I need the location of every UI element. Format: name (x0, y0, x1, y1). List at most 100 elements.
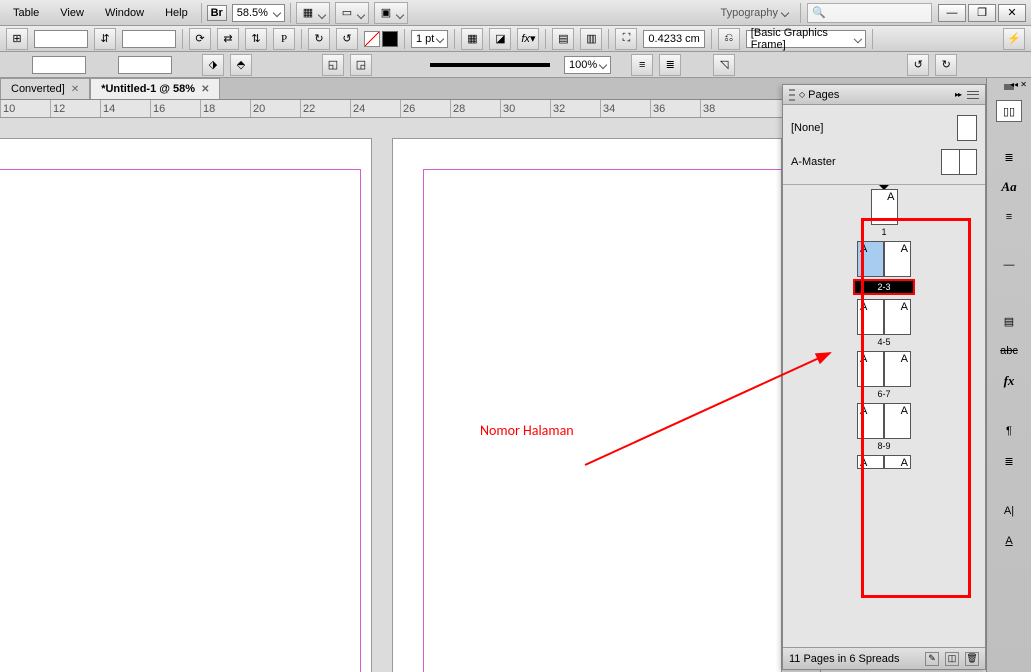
restore-button[interactable]: ❐ (968, 4, 996, 22)
links-dock-icon[interactable]: ≣ (996, 146, 1022, 168)
select-container-icon[interactable]: ◱ (322, 54, 344, 76)
panel-menu-icon[interactable] (967, 89, 979, 101)
spread-6-7[interactable]: A A 6-7 (787, 351, 981, 399)
master-a-label: A-Master (791, 156, 836, 168)
master-a-row[interactable]: A-Master (791, 145, 977, 179)
scale-pct[interactable]: 100% (564, 56, 611, 74)
spread-2-3[interactable]: A A 2-3 (787, 241, 981, 295)
arrange-button[interactable]: ▣ (374, 2, 408, 24)
layers-dock-icon[interactable]: ▤ (996, 310, 1022, 332)
tab-close-icon[interactable]: ✕ (71, 84, 79, 95)
a-under-label: A (1005, 535, 1012, 547)
new-page-icon[interactable]: ◫ (945, 652, 959, 666)
workspace-switcher[interactable]: Typography (715, 7, 794, 19)
line-dock-icon[interactable]: — (996, 254, 1022, 276)
x-coord[interactable]: 0.4233 cm (643, 30, 704, 48)
tab-untitled[interactable]: *Untitled-1 @ 58% ✕ (90, 78, 220, 99)
text-align-dock-icon[interactable]: ≣ (996, 450, 1022, 472)
divider (454, 29, 455, 49)
pages-panel-footer: 11 Pages in 6 Spreads ✎ ◫ 🗑 (783, 647, 985, 669)
select-content-icon[interactable]: ▤ (552, 28, 574, 50)
w-field[interactable] (122, 30, 176, 48)
edit-page-icon[interactable]: ✎ (925, 652, 939, 666)
style-ref-icon[interactable]: ⎌ (718, 28, 740, 50)
pages-dock-icon[interactable]: ▯▯ (996, 100, 1022, 122)
view-options-button[interactable]: ▦ (296, 2, 330, 24)
prefix-a: A (860, 405, 867, 417)
select-prev-icon[interactable]: ◲ (350, 54, 372, 76)
screen-mode-button[interactable]: ▭ (335, 2, 369, 24)
dock-close-icon[interactable]: ◂◂ ✕ (1010, 80, 1027, 89)
shear-icon[interactable]: ⬗ (202, 54, 224, 76)
spread-4-5[interactable]: A A 4-5 (787, 299, 981, 347)
ruler-mark: 30 (500, 100, 550, 117)
ref-point-icon[interactable]: ⊞ (6, 28, 28, 50)
align-left-icon[interactable]: ≡ (631, 54, 653, 76)
prefix-a: A (901, 405, 908, 417)
spread-8-9[interactable]: A A 8-9 (787, 403, 981, 451)
a-pipe-dock-icon[interactable]: A| (996, 500, 1022, 522)
scale-icon[interactable]: ⬘ (230, 54, 252, 76)
tab-label: *Untitled-1 @ 58% (101, 83, 195, 95)
a-under-dock-icon[interactable]: A (996, 530, 1022, 552)
align-center-icon[interactable]: ≣ (659, 54, 681, 76)
redefine-style-icon[interactable]: ↻ (935, 54, 957, 76)
search-input[interactable]: 🔍 (807, 3, 932, 23)
close-button[interactable]: ✕ (998, 4, 1026, 22)
y-field[interactable] (32, 56, 86, 74)
page-left[interactable] (0, 138, 372, 672)
bridge-icon[interactable]: Br (207, 5, 227, 21)
minimize-button[interactable]: — (938, 4, 966, 22)
prefix-a: A (901, 353, 908, 365)
delete-page-icon[interactable]: 🗑 (965, 652, 979, 666)
panel-grip-icon[interactable] (789, 89, 795, 101)
object-style-select[interactable]: [Basic Graphics Frame] (746, 30, 866, 48)
ctrl-lightning-icon[interactable]: ⚡ (1003, 28, 1025, 50)
char-styles-dock-icon[interactable]: Aa (996, 176, 1022, 198)
spread-10-11[interactable]: A A (787, 455, 981, 469)
corner-options-icon[interactable]: ◹ (713, 54, 735, 76)
text-wrap-icon[interactable]: ▦ (461, 28, 483, 50)
menu-help[interactable]: Help (157, 4, 196, 22)
rotate90-icon[interactable]: ↻ (308, 28, 330, 50)
page-right[interactable] (392, 138, 782, 672)
effects-button[interactable]: fx▾ (517, 28, 539, 50)
tab-close-icon[interactable]: ✕ (201, 84, 209, 95)
effects-dock-icon[interactable]: fx (996, 370, 1022, 392)
master-a-thumb[interactable] (941, 149, 977, 175)
spread-label: 1 (881, 227, 886, 237)
strikethrough-dock-icon[interactable]: abc (996, 340, 1022, 362)
select-next-icon[interactable]: ▥ (580, 28, 602, 50)
cycle-icon: ◇ (799, 90, 805, 99)
pilcrow-dock-icon[interactable]: ¶ (996, 420, 1022, 442)
collapse-icon[interactable]: ▸▸ (955, 90, 961, 99)
master-none-row[interactable]: [None] (791, 111, 977, 145)
flip-h-icon[interactable]: ⇄ (217, 28, 239, 50)
rotate-icon[interactable]: ⟳ (189, 28, 211, 50)
drop-cap-icon[interactable]: P (273, 28, 295, 50)
stroke-style[interactable] (430, 63, 550, 67)
menu-view[interactable]: View (52, 4, 92, 22)
clear-overrides-icon[interactable]: ↺ (907, 54, 929, 76)
h-field[interactable] (118, 56, 172, 74)
zoom-select[interactable]: 58.5% (232, 4, 285, 22)
link-icon[interactable]: ⇵ (94, 28, 116, 50)
divider (201, 3, 202, 23)
paragraph-dock-icon[interactable]: ≡ (996, 206, 1022, 228)
stroke-weight[interactable]: 1 pt (411, 30, 448, 48)
menu-table[interactable]: Table (5, 4, 47, 22)
fill-stroke-swatch[interactable] (364, 31, 398, 47)
tab-converted[interactable]: Converted] ✕ (0, 78, 90, 99)
prefix-a: A (860, 353, 867, 365)
master-none-thumb[interactable] (957, 115, 977, 141)
workspace-label-text: Typography (721, 7, 778, 19)
flip-v-icon[interactable]: ⇅ (245, 28, 267, 50)
tab-label: Converted] (11, 83, 65, 95)
spread-1[interactable]: A 1 (787, 189, 981, 237)
pages-panel-header[interactable]: ◇ Pages ▸▸ (783, 85, 985, 105)
rotate270-icon[interactable]: ↺ (336, 28, 358, 50)
frame-fit-icon[interactable]: ⛶ (615, 28, 637, 50)
drop-shadow-icon[interactable]: ◪ (489, 28, 511, 50)
x-field[interactable] (34, 30, 88, 48)
menu-window[interactable]: Window (97, 4, 152, 22)
